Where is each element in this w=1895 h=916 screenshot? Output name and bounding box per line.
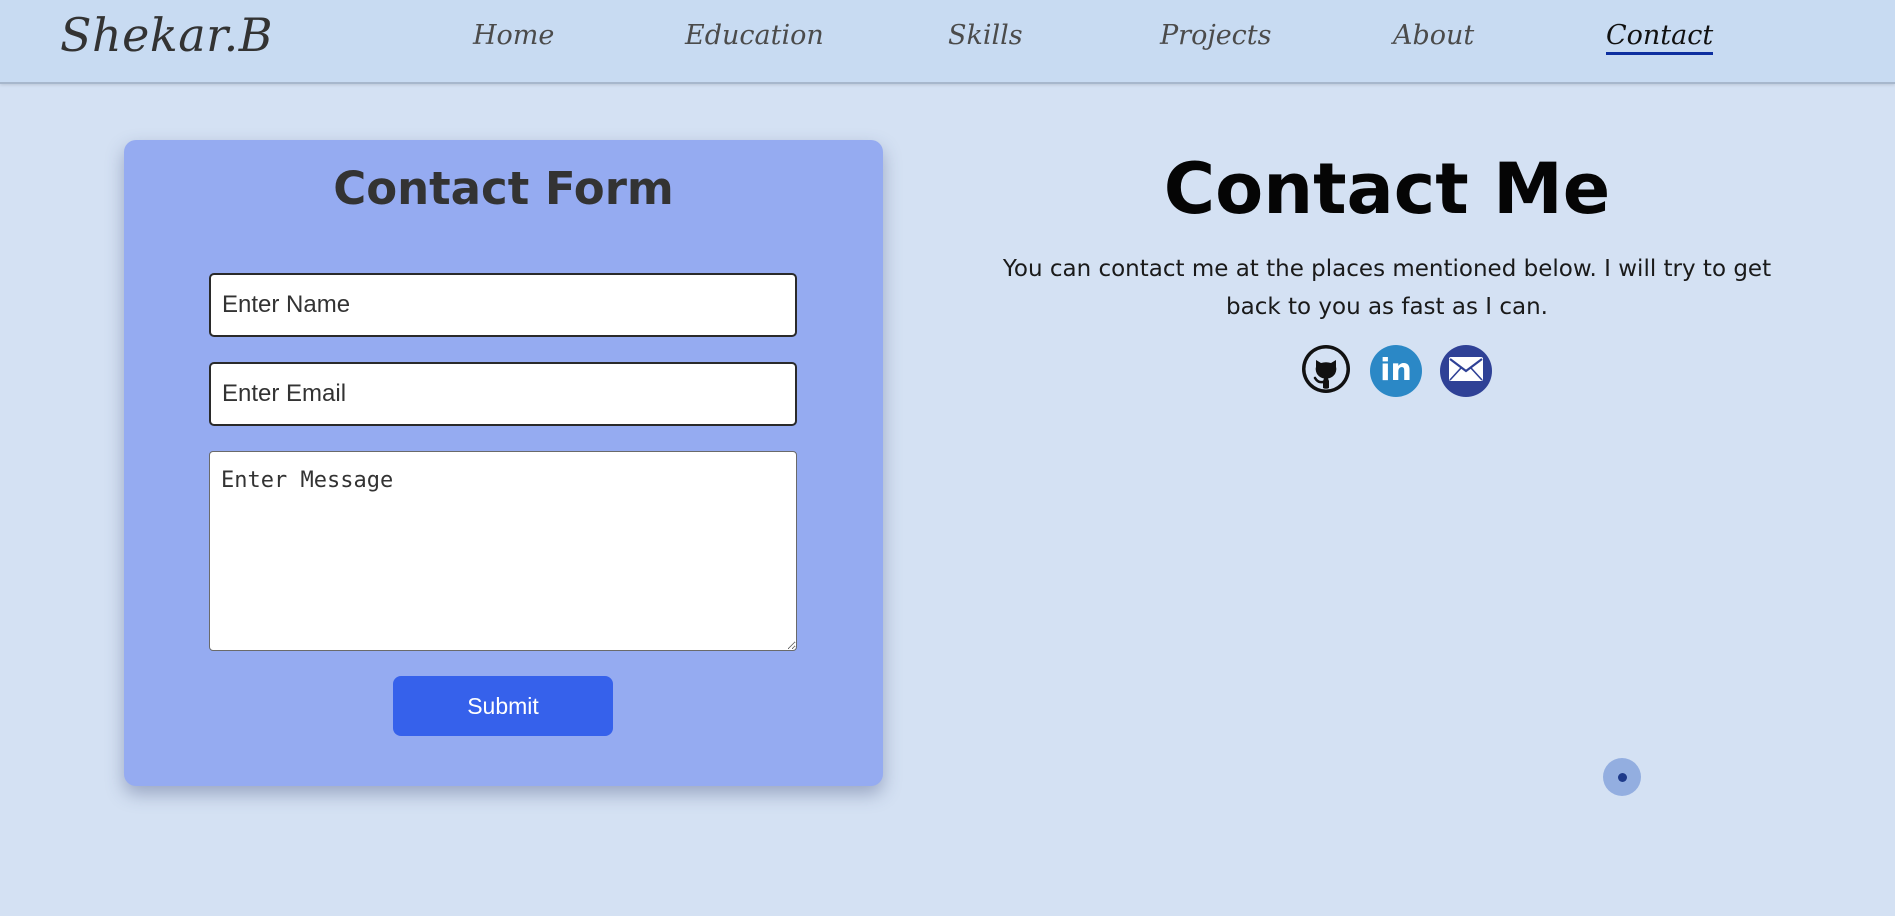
name-input[interactable] <box>209 273 797 337</box>
email-input[interactable] <box>209 362 797 426</box>
email-icon <box>1448 356 1484 387</box>
brand-logo[interactable]: Shekar.B <box>60 8 273 62</box>
nav-skills[interactable]: Skills <box>948 20 1023 51</box>
email-link[interactable] <box>1440 345 1492 397</box>
form-title: Contact Form <box>333 162 674 215</box>
github-icon <box>1301 344 1351 399</box>
linkedin-icon: in <box>1380 353 1412 388</box>
scroll-to-top-button[interactable] <box>1603 758 1641 796</box>
nav-education[interactable]: Education <box>685 20 824 51</box>
linkedin-link[interactable]: in <box>1370 345 1422 397</box>
github-link[interactable] <box>1300 344 1352 399</box>
navbar: Shekar.B Home Education Skills Projects … <box>0 0 1895 84</box>
social-links: in <box>1300 344 1492 399</box>
dot-icon <box>1617 772 1627 782</box>
nav-projects[interactable]: Projects <box>1160 20 1272 51</box>
contact-description: You can contact me at the places mention… <box>1002 256 1772 320</box>
submit-button[interactable]: Submit <box>393 676 613 736</box>
nav-contact[interactable]: Contact <box>1606 20 1714 55</box>
contact-title: Contact Me <box>1163 148 1611 230</box>
contact-form-card: Contact Form Submit <box>124 140 883 786</box>
nav-home[interactable]: Home <box>473 20 554 51</box>
message-textarea[interactable] <box>209 451 797 651</box>
nav-about[interactable]: About <box>1393 20 1474 51</box>
